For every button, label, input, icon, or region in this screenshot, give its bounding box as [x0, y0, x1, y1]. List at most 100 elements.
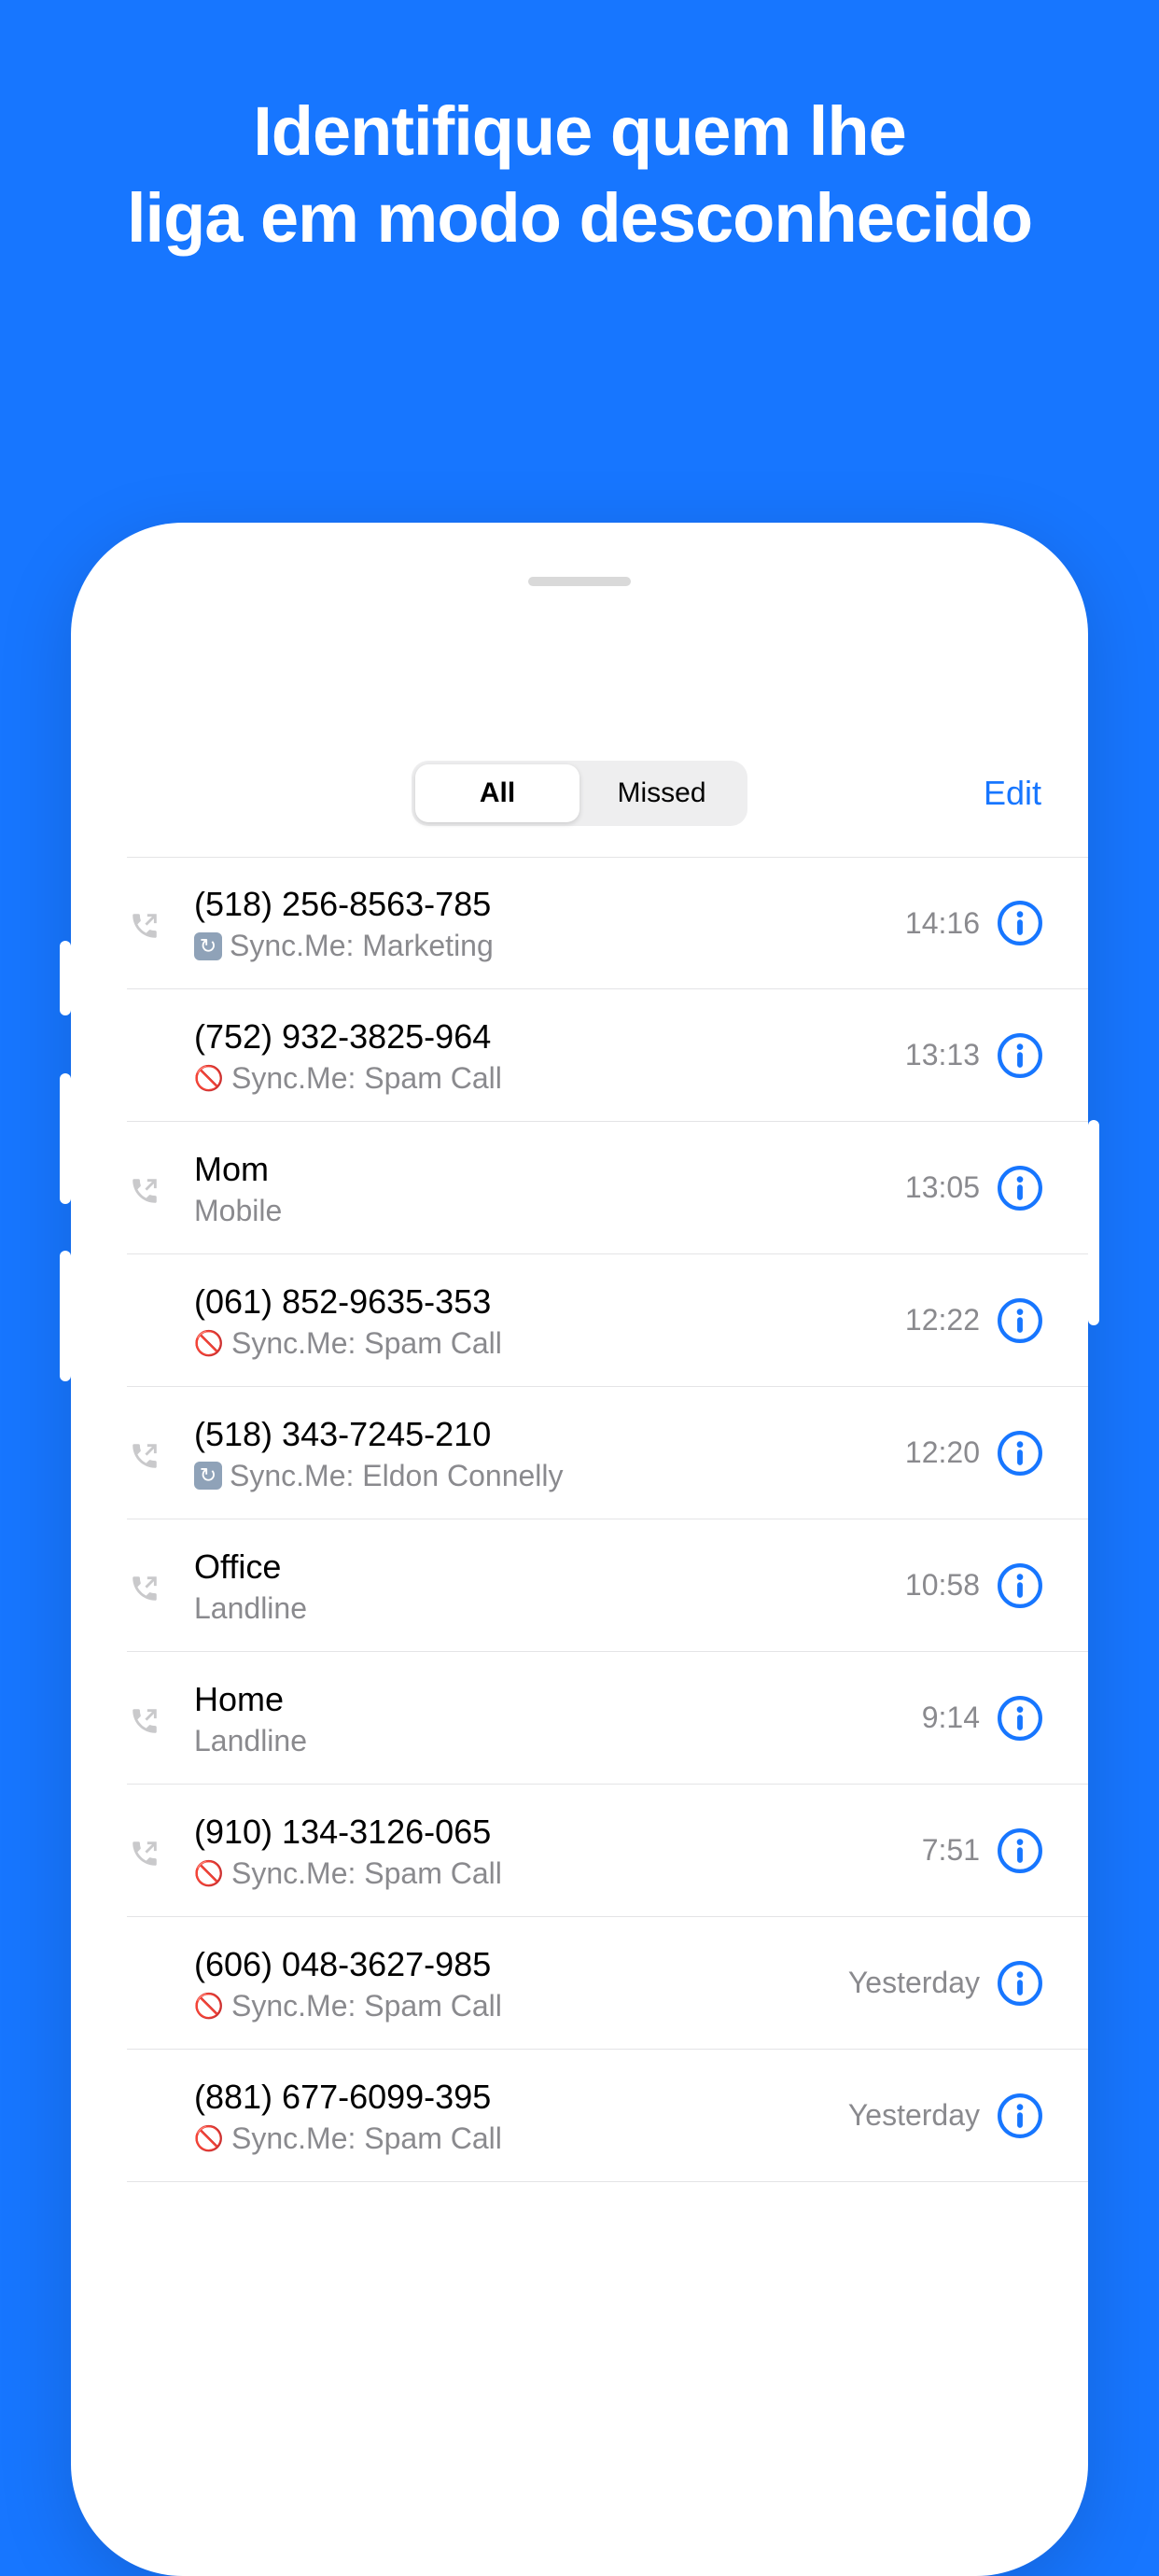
call-subtitle: ↻Sync.Me: Eldon Connelly — [194, 1459, 905, 1493]
call-row[interactable]: (061) 852-9635-353🚫Sync.Me: Spam Call12:… — [127, 1254, 1088, 1387]
call-row[interactable]: Home Landline 9:14 — [127, 1652, 1088, 1785]
info-icon — [997, 1297, 1043, 1344]
call-main: (518) 343-7245-210↻Sync.Me: Eldon Connel… — [194, 1413, 905, 1493]
calls-filter-segmented[interactable]: All Missed — [412, 761, 747, 826]
outgoing-call-icon — [129, 1440, 161, 1472]
call-main: (518) 256-8563-785 ↻ Sync.Me: Marketing — [194, 883, 905, 963]
call-title: (518) 256-8563-785 — [194, 883, 905, 925]
outgoing-call-icon — [129, 910, 161, 942]
outgoing-call-icon — [129, 1838, 161, 1869]
call-subtitle-text: Landline — [194, 1591, 307, 1626]
call-row[interactable]: OfficeLandline 10:58 — [127, 1519, 1088, 1652]
call-info-button[interactable] — [997, 1960, 1043, 2007]
call-direction-slot — [127, 2113, 194, 2119]
call-subtitle: 🚫Sync.Me: Spam Call — [194, 2121, 848, 2156]
call-direction-slot — [127, 1567, 194, 1604]
call-title: (606) 048-3627-985 — [194, 1943, 848, 1985]
headline-line-2: liga em modo desconhecido — [0, 175, 1159, 262]
call-title: Office — [194, 1546, 905, 1588]
call-subtitle: ↻ Sync.Me: Marketing — [194, 929, 905, 963]
phone-frame: All Missed Edit (518) 256-8563-785↻Sync.… — [71, 523, 1088, 2576]
info-icon — [997, 1960, 1043, 2007]
volume-up-button — [60, 1073, 71, 1204]
info-icon — [997, 1695, 1043, 1742]
info-icon — [997, 1165, 1043, 1211]
call-subtitle-text: Sync.Me: Spam Call — [231, 1989, 502, 2023]
call-list: (518) 256-8563-785 ↻ Sync.Me: Marketing 14:… — [71, 857, 1088, 2182]
call-row[interactable]: MomMobile13:05 — [127, 1122, 1088, 1254]
tab-missed[interactable]: Missed — [580, 764, 744, 822]
call-time: 12:20 — [905, 1435, 980, 1470]
mute-switch — [60, 941, 71, 1015]
no-entry-icon: 🚫 — [194, 1858, 224, 1888]
call-subtitle-text: Sync.Me: Marketing — [230, 929, 494, 963]
call-subtitle: Landline — [194, 1591, 905, 1626]
call-subtitle-text: Mobile — [194, 1194, 282, 1228]
call-subtitle: Mobile — [194, 1194, 905, 1228]
call-info-button[interactable] — [997, 1562, 1043, 1609]
call-time: 9:14 — [922, 1701, 980, 1735]
info-icon — [997, 1032, 1043, 1079]
promo-headline: Identifique quem lhe liga em modo descon… — [0, 0, 1159, 261]
call-title: (061) 852-9635-353 — [194, 1281, 905, 1323]
no-entry-icon: 🚫 — [194, 2123, 224, 2153]
call-subtitle: Landline — [194, 1724, 922, 1758]
call-direction-slot — [127, 1981, 194, 1986]
call-subtitle: 🚫Sync.Me: Spam Call — [194, 1061, 905, 1096]
call-row[interactable]: (881) 677-6099-395🚫Sync.Me: Spam CallYes… — [127, 2050, 1088, 2182]
call-row[interactable]: (518) 256-8563-785 ↻ Sync.Me: Marketing 14:… — [127, 857, 1088, 989]
call-row[interactable]: (518) 343-7245-210↻Sync.Me: Eldon Connel… — [127, 1387, 1088, 1519]
outgoing-call-icon — [129, 1573, 161, 1604]
call-row[interactable]: (606) 048-3627-985🚫Sync.Me: Spam CallYes… — [127, 1917, 1088, 2050]
volume-down-button — [60, 1251, 71, 1381]
call-info-button[interactable] — [997, 1827, 1043, 1874]
call-info-button[interactable] — [997, 1297, 1043, 1344]
info-icon — [997, 2093, 1043, 2139]
edit-button[interactable]: Edit — [984, 774, 1041, 813]
call-info-button[interactable] — [997, 900, 1043, 946]
call-info-button[interactable] — [997, 1032, 1043, 1079]
call-time: Yesterday — [848, 1966, 980, 2000]
call-row[interactable]: (752) 932-3825-964 🚫Sync.Me: Spam Call13:… — [127, 989, 1088, 1122]
call-info-button[interactable] — [997, 1430, 1043, 1477]
recents-topbar: All Missed Edit — [71, 747, 1088, 840]
call-row[interactable]: (910) 134-3126-065🚫Sync.Me: Spam Call7:5… — [127, 1785, 1088, 1917]
call-subtitle-text: Sync.Me: Spam Call — [231, 1856, 502, 1891]
call-direction-slot — [127, 1832, 194, 1869]
info-icon — [997, 1562, 1043, 1609]
call-subtitle: 🚫Sync.Me: Spam Call — [194, 1326, 905, 1361]
call-direction-slot — [127, 1053, 194, 1058]
call-time: 10:58 — [905, 1568, 980, 1603]
call-title: (910) 134-3126-065 — [194, 1811, 922, 1853]
no-entry-icon: 🚫 — [194, 1991, 224, 2021]
call-subtitle-text: Landline — [194, 1724, 307, 1758]
call-info-button[interactable] — [997, 1695, 1043, 1742]
call-title: (881) 677-6099-395 — [194, 2076, 848, 2118]
notch — [328, 523, 831, 607]
call-direction-slot — [127, 1169, 194, 1207]
call-title: Home — [194, 1678, 922, 1720]
call-title: (752) 932-3825-964 — [194, 1015, 905, 1057]
call-time: 14:16 — [905, 906, 980, 941]
call-direction-slot — [127, 1700, 194, 1737]
call-title: Mom — [194, 1148, 905, 1190]
info-icon — [997, 900, 1043, 946]
call-subtitle: 🚫Sync.Me: Spam Call — [194, 1856, 922, 1891]
call-main: (606) 048-3627-985 🚫Sync.Me: Spam Call — [194, 1943, 848, 2023]
no-entry-icon: 🚫 — [194, 1328, 224, 1358]
call-time: 13:13 — [905, 1038, 980, 1072]
call-time: 12:22 — [905, 1303, 980, 1337]
tab-all[interactable]: All — [415, 764, 580, 822]
call-time: Yesterday — [848, 2098, 980, 2133]
call-direction-slot — [127, 904, 194, 942]
call-main: (752) 932-3825-964 🚫Sync.Me: Spam Call — [194, 1015, 905, 1096]
call-info-button[interactable] — [997, 1165, 1043, 1211]
call-main: Home Landline — [194, 1678, 922, 1758]
call-subtitle: 🚫Sync.Me: Spam Call — [194, 1989, 848, 2023]
call-direction-slot — [127, 1435, 194, 1472]
phone-screen: All Missed Edit (518) 256-8563-785↻Sync.… — [71, 523, 1088, 2576]
call-info-button[interactable] — [997, 2093, 1043, 2139]
sync-icon: ↻ — [194, 932, 222, 960]
power-button — [1088, 1120, 1099, 1325]
outgoing-call-icon — [129, 1705, 161, 1737]
